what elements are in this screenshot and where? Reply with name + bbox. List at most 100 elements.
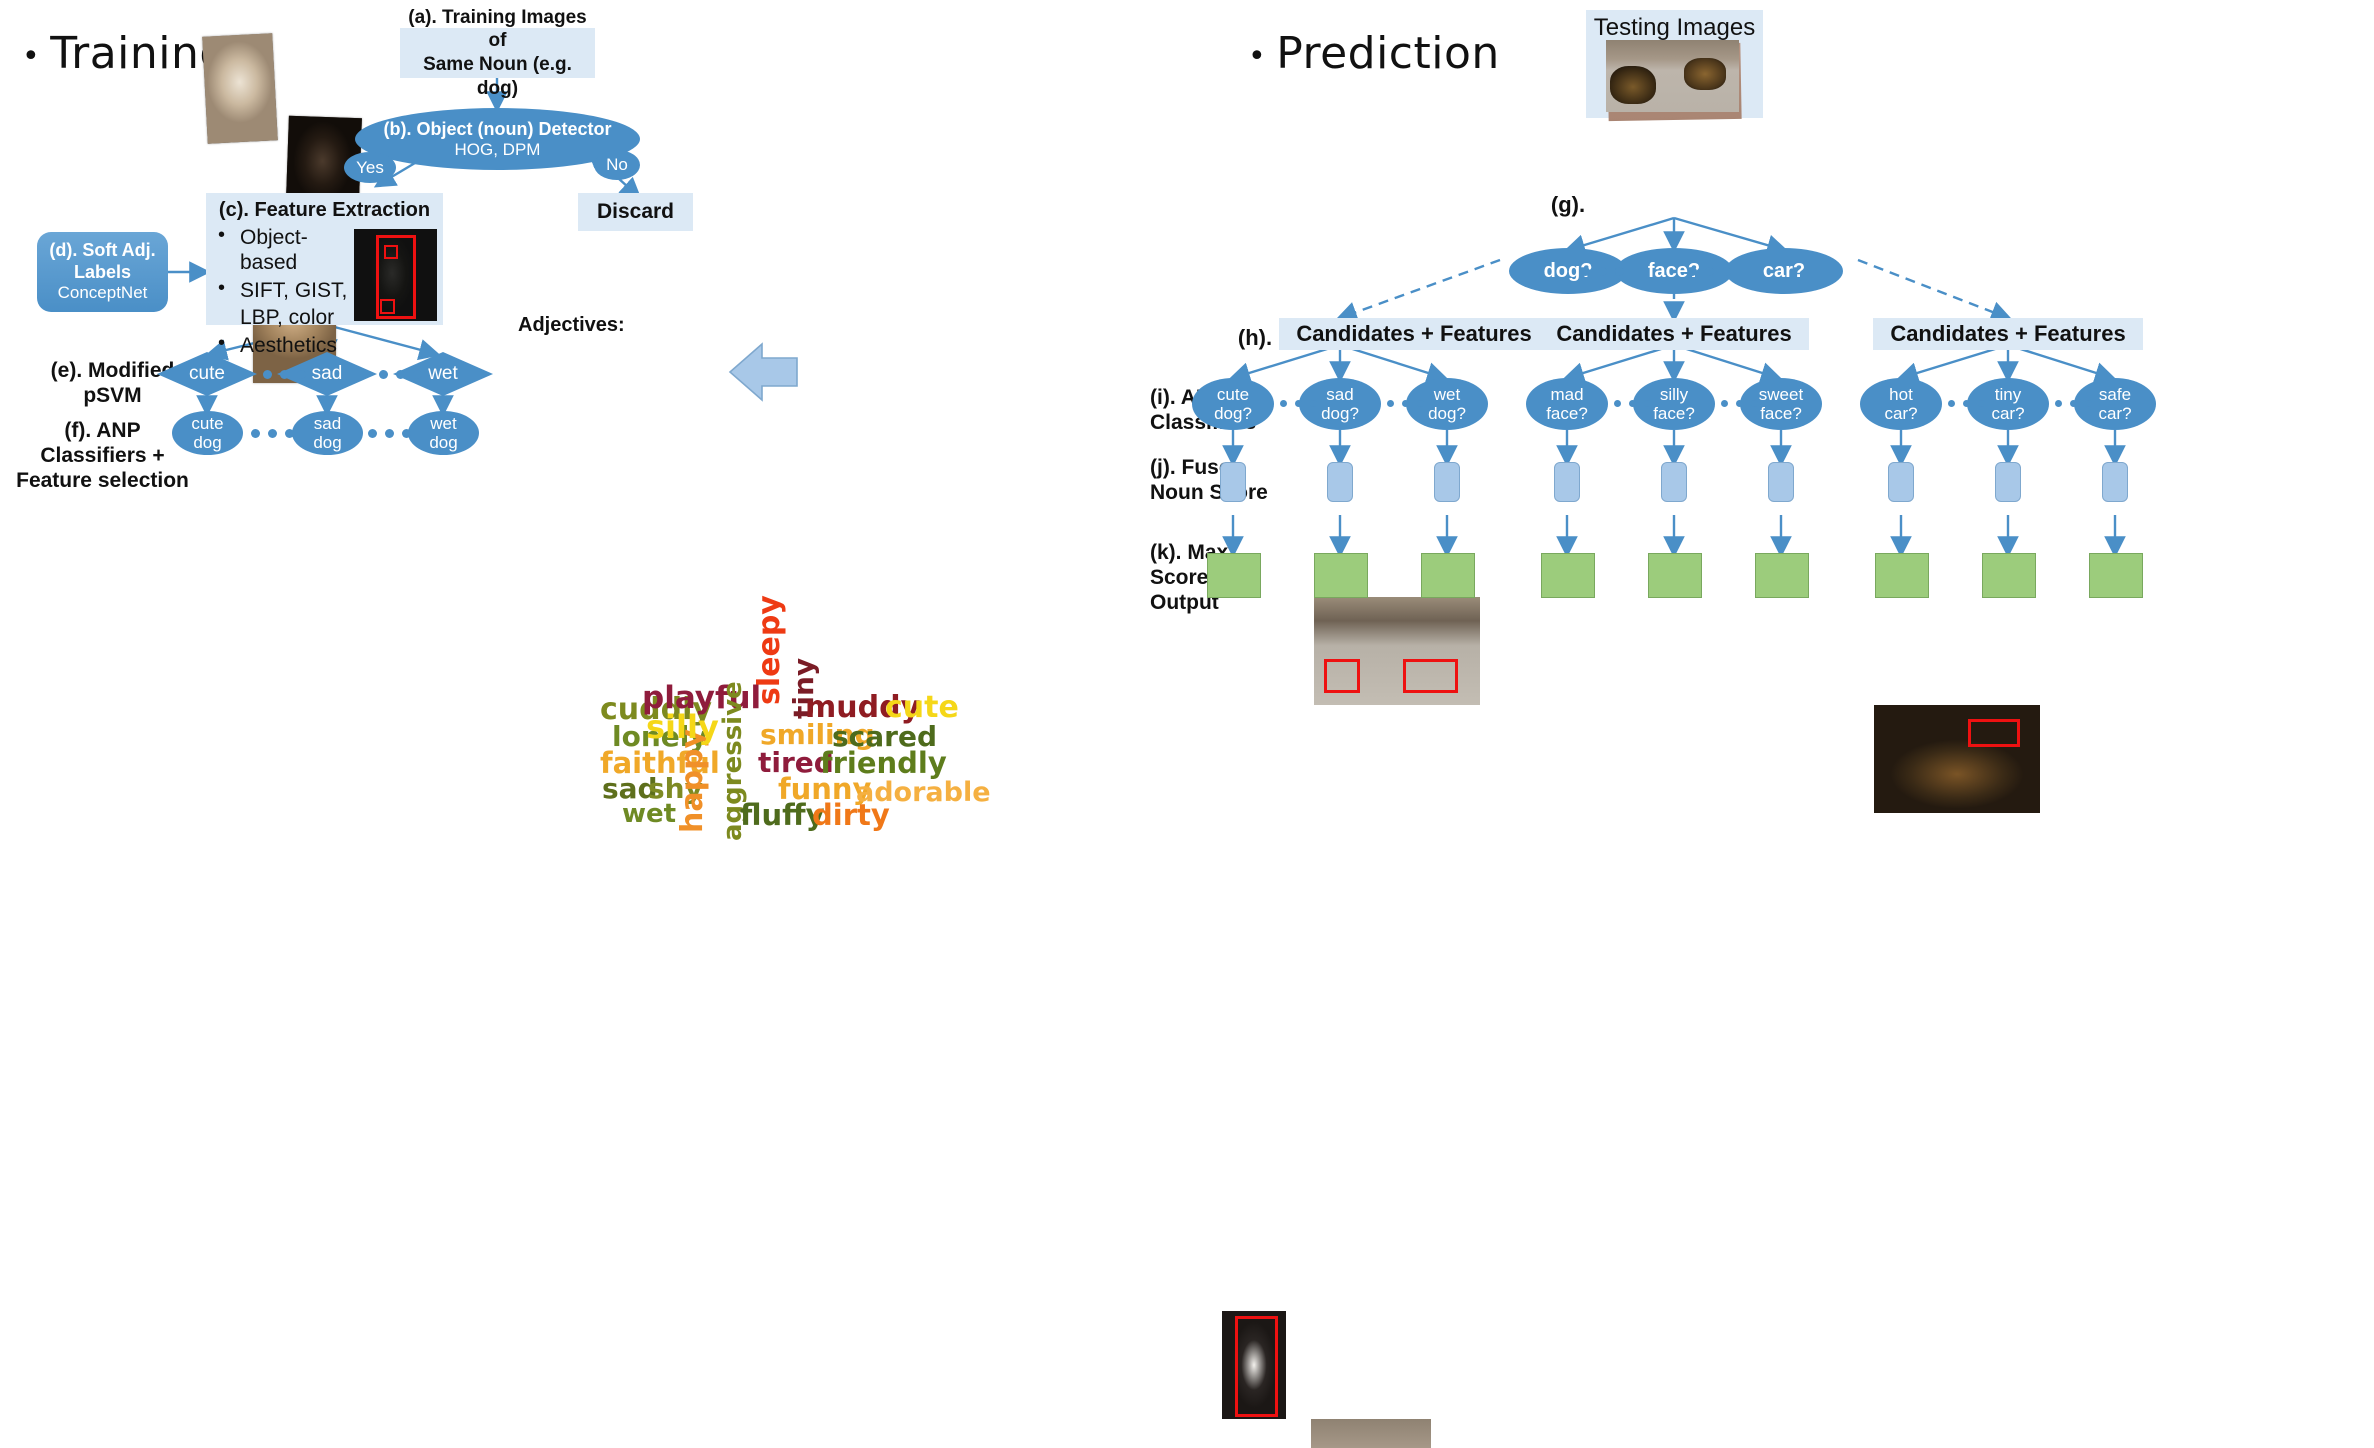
box-discard-label: Discard xyxy=(596,199,675,223)
prediction-context-photo-right xyxy=(1874,705,2040,813)
box-c-feature-extraction: (c). Feature Extraction Object-based SIF… xyxy=(206,193,443,357)
box-h-candidates-car: Candidates + Features xyxy=(1873,318,2143,350)
box-h-candidates-face-label: Candidates + Features xyxy=(1556,321,1792,347)
node-b-title: (b). Object (noun) Detector xyxy=(383,119,612,140)
anp-2-0-l1: hot xyxy=(1889,384,1913,404)
node-anp-sad-dog-line2: dog xyxy=(313,433,342,452)
output-photo-1 xyxy=(1222,1311,1286,1419)
anp-2-1-l1: tiny xyxy=(1994,384,2022,404)
node-noun-car-label: car? xyxy=(1762,259,1806,282)
anp-2-0-l2: car? xyxy=(1884,404,1918,423)
anp-0-0-l2: dog? xyxy=(1214,404,1252,423)
capsule-fuse-7 xyxy=(1888,462,1914,502)
wordcloud-arrow xyxy=(728,342,798,402)
label-g: (g). xyxy=(1543,192,1593,218)
box-c-bullet-list: Object-based SIFT, GIST, LBP, color Aest… xyxy=(214,224,354,362)
node-yes: Yes xyxy=(344,152,396,183)
anp-1-0-l2: face? xyxy=(1546,404,1588,423)
bbox-dog-face xyxy=(384,245,398,259)
box-c-title: (c). Feature Extraction xyxy=(218,199,431,221)
box-c-sample-photo xyxy=(354,229,437,321)
dots-anp-p-4 xyxy=(1721,400,1758,407)
label-g-text: (g). xyxy=(1550,192,1586,217)
dots-anp-p-5 xyxy=(1948,400,1985,407)
anp-1-0-l1: mad xyxy=(1550,384,1584,404)
wordcloud-word: sleepy xyxy=(752,595,787,705)
anp-0-1-l1: sad xyxy=(1326,384,1354,404)
dots-noun-2 xyxy=(1688,267,1731,276)
capsule-fuse-1 xyxy=(1220,462,1246,502)
box-discard: Discard xyxy=(578,193,693,231)
node-anp-hot-car-q: hot car? xyxy=(1860,378,1942,430)
wordcloud-word: silly xyxy=(646,708,719,746)
greenbox-max-8 xyxy=(1982,553,2036,598)
bbox-left-a xyxy=(1324,659,1360,693)
dots-diamond-2 xyxy=(379,370,422,379)
greenbox-max-7 xyxy=(1875,553,1929,598)
wordcloud-word: wet xyxy=(622,799,677,829)
box-c-bullet-2: SIFT, GIST, xyxy=(214,277,354,304)
wordcloud-word: scared xyxy=(832,720,937,753)
box-d-line1: (d). Soft Adj. xyxy=(49,240,156,261)
greenbox-max-1 xyxy=(1207,553,1261,598)
anp-0-2-l1: wet xyxy=(1433,384,1461,404)
node-anp-cute-dog-q: cute dog? xyxy=(1192,378,1274,430)
greenbox-max-3 xyxy=(1421,553,1475,598)
dots-anp-p-2 xyxy=(1387,400,1424,407)
box-testing-images-label: Testing Images xyxy=(1593,14,1756,41)
box-d-line2: Labels xyxy=(73,261,132,282)
capsule-fuse-8 xyxy=(1995,462,2021,502)
capsule-fuse-6 xyxy=(1768,462,1794,502)
anp-0-0-l1: cute xyxy=(1216,384,1250,404)
capsule-fuse-4 xyxy=(1554,462,1580,502)
dots-anp-p-3 xyxy=(1614,400,1651,407)
node-anp-cute-dog-line1: cute xyxy=(191,413,224,433)
dots-diamond-1 xyxy=(263,370,306,379)
node-anp-sad-dog: sad dog xyxy=(292,411,363,455)
bbox-dog-detail xyxy=(380,299,395,314)
box-d-line3: ConceptNet xyxy=(57,283,148,303)
dots-anp-1 xyxy=(251,429,294,438)
node-noun-car: car? xyxy=(1725,248,1843,294)
wordcloud-title: Adjectives: xyxy=(518,314,625,336)
label-j-line1: (j). Fuse xyxy=(1150,456,1231,479)
capsule-fuse-2 xyxy=(1327,462,1353,502)
training-photo-1 xyxy=(202,33,278,144)
wordcloud-word: dirty xyxy=(812,798,890,832)
bbox-out-1 xyxy=(1235,1316,1278,1417)
label-f-line1: (f). ANP Classifiers + xyxy=(40,419,165,468)
label-j-line2: Noun Score xyxy=(1150,481,1268,505)
label-h: (h). xyxy=(1232,325,1278,351)
wordcloud-word: friendly xyxy=(820,746,947,780)
wordcloud-word: cute xyxy=(885,690,959,725)
dots-anp-p-1 xyxy=(1280,400,1317,407)
diamond-cute-label: cute xyxy=(189,363,225,384)
label-f-anp-classifiers: (f). ANP Classifiers + Feature selection xyxy=(10,418,195,494)
node-anp-sad-dog-line1: sad xyxy=(313,413,342,433)
box-a-line2: Same Noun (e.g. dog) xyxy=(423,54,572,99)
section-title-training: • Training xyxy=(22,28,228,79)
node-anp-wet-dog: wet dog xyxy=(408,411,479,455)
box-d-soft-adj-labels: (d). Soft Adj. Labels ConceptNet xyxy=(37,232,168,312)
anp-0-1-l2: dog? xyxy=(1321,404,1359,423)
dots-anp-p-6 xyxy=(2055,400,2092,407)
node-anp-wet-dog-line1: wet xyxy=(430,413,457,433)
anp-2-1-l2: car? xyxy=(1991,404,2025,423)
box-c-bullet-3: LBP, color xyxy=(240,306,335,330)
label-j-fuse-noun-score: (j). Fuse Noun Score xyxy=(1150,455,1280,505)
bullet-glyph: • xyxy=(22,38,41,74)
testing-photo-front xyxy=(1606,40,1739,112)
label-f-line2: Feature selection xyxy=(16,469,189,493)
anp-2-2-l1: safe xyxy=(2098,384,2132,404)
diamond-wet-label: wet xyxy=(428,363,458,384)
node-no-label: No xyxy=(606,155,628,175)
greenbox-max-5 xyxy=(1648,553,1702,598)
anp-1-2-l1: sweet xyxy=(1758,384,1804,404)
node-anp-wet-dog-line2: dog xyxy=(429,433,458,452)
wordcloud-word: happy xyxy=(675,728,710,833)
capsule-fuse-5 xyxy=(1661,462,1687,502)
node-anp-cute-dog: cute dog xyxy=(172,411,243,455)
wordcloud: cuddly lonely faithful sad shy wet happy playfu… xyxy=(600,595,1040,841)
greenbox-max-2 xyxy=(1314,553,1368,598)
bbox-right-a xyxy=(1968,719,2020,747)
